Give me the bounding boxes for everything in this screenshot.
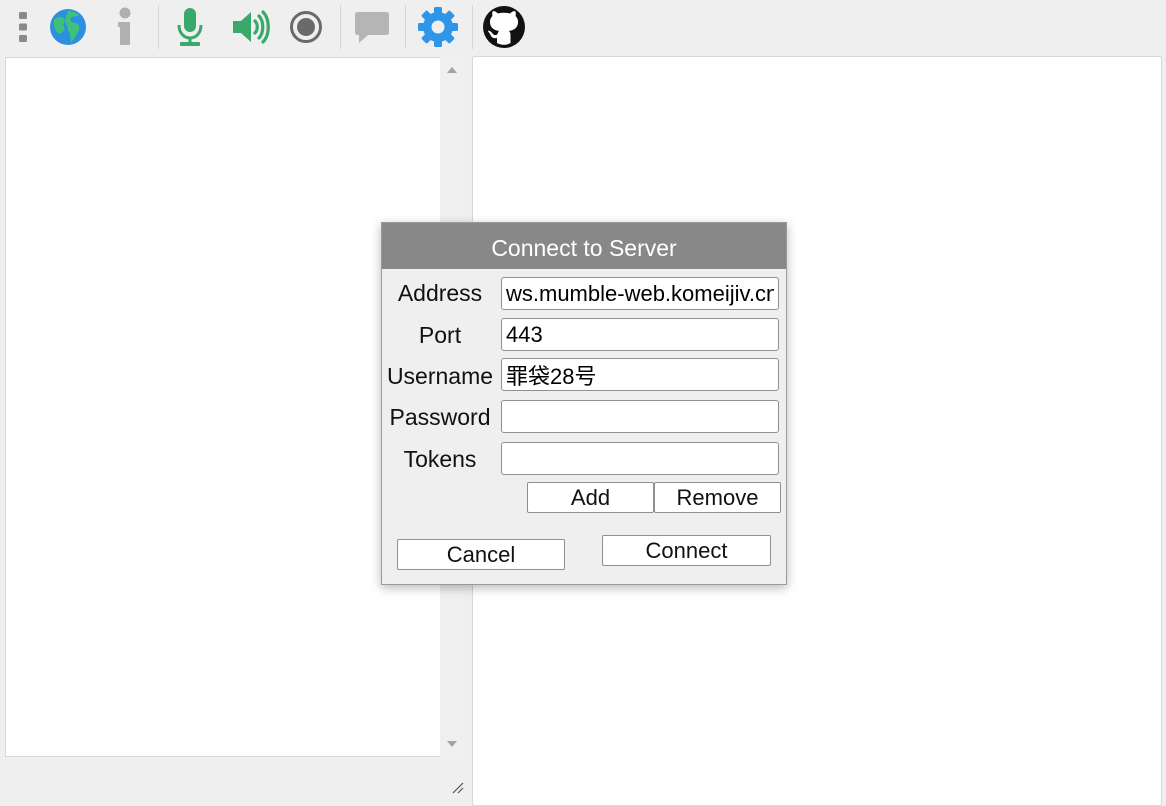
toolbar-separator — [405, 5, 406, 49]
more-vertical-icon — [19, 12, 27, 42]
menu-button[interactable] — [10, 4, 36, 50]
username-label: Username — [386, 363, 494, 389]
info-button[interactable] — [106, 4, 144, 50]
toolbar-separator — [472, 5, 473, 49]
resize-grip-icon[interactable] — [450, 780, 464, 794]
connect-button[interactable] — [46, 4, 90, 50]
add-token-button[interactable]: Add — [527, 482, 654, 513]
toolbar-separator — [340, 5, 341, 49]
toolbar-separator — [158, 5, 159, 49]
password-label: Password — [389, 404, 491, 430]
address-input[interactable] — [501, 277, 779, 310]
address-label: Address — [397, 280, 483, 306]
toolbar — [0, 0, 1166, 54]
microphone-icon — [177, 8, 203, 46]
scroll-up-arrow-icon[interactable] — [447, 67, 457, 73]
speaker-icon — [233, 10, 270, 44]
record-button[interactable] — [286, 4, 326, 50]
scroll-down-arrow-icon[interactable] — [447, 741, 457, 747]
tokens-label: Tokens — [403, 446, 477, 472]
tokens-input[interactable] — [501, 442, 779, 475]
chat-button[interactable] — [352, 4, 392, 50]
globe-icon — [50, 9, 86, 45]
connect-button[interactable]: Connect — [602, 535, 771, 566]
password-input[interactable] — [501, 400, 779, 433]
record-icon — [290, 11, 322, 43]
cancel-button[interactable]: Cancel — [397, 539, 565, 570]
connect-dialog: Connect to Server Address Port Username … — [381, 222, 787, 585]
username-input[interactable] — [501, 358, 779, 391]
info-icon — [118, 7, 131, 45]
port-input[interactable] — [501, 318, 779, 351]
chat-bubble-icon — [355, 12, 389, 43]
settings-button[interactable] — [414, 4, 462, 50]
github-icon — [483, 6, 525, 48]
speaker-button[interactable] — [228, 4, 274, 50]
microphone-button[interactable] — [170, 4, 210, 50]
gear-icon — [418, 7, 458, 47]
port-label: Port — [418, 322, 462, 348]
github-button[interactable] — [480, 4, 528, 50]
remove-token-button[interactable]: Remove — [654, 482, 781, 513]
dialog-title: Connect to Server — [382, 223, 786, 269]
